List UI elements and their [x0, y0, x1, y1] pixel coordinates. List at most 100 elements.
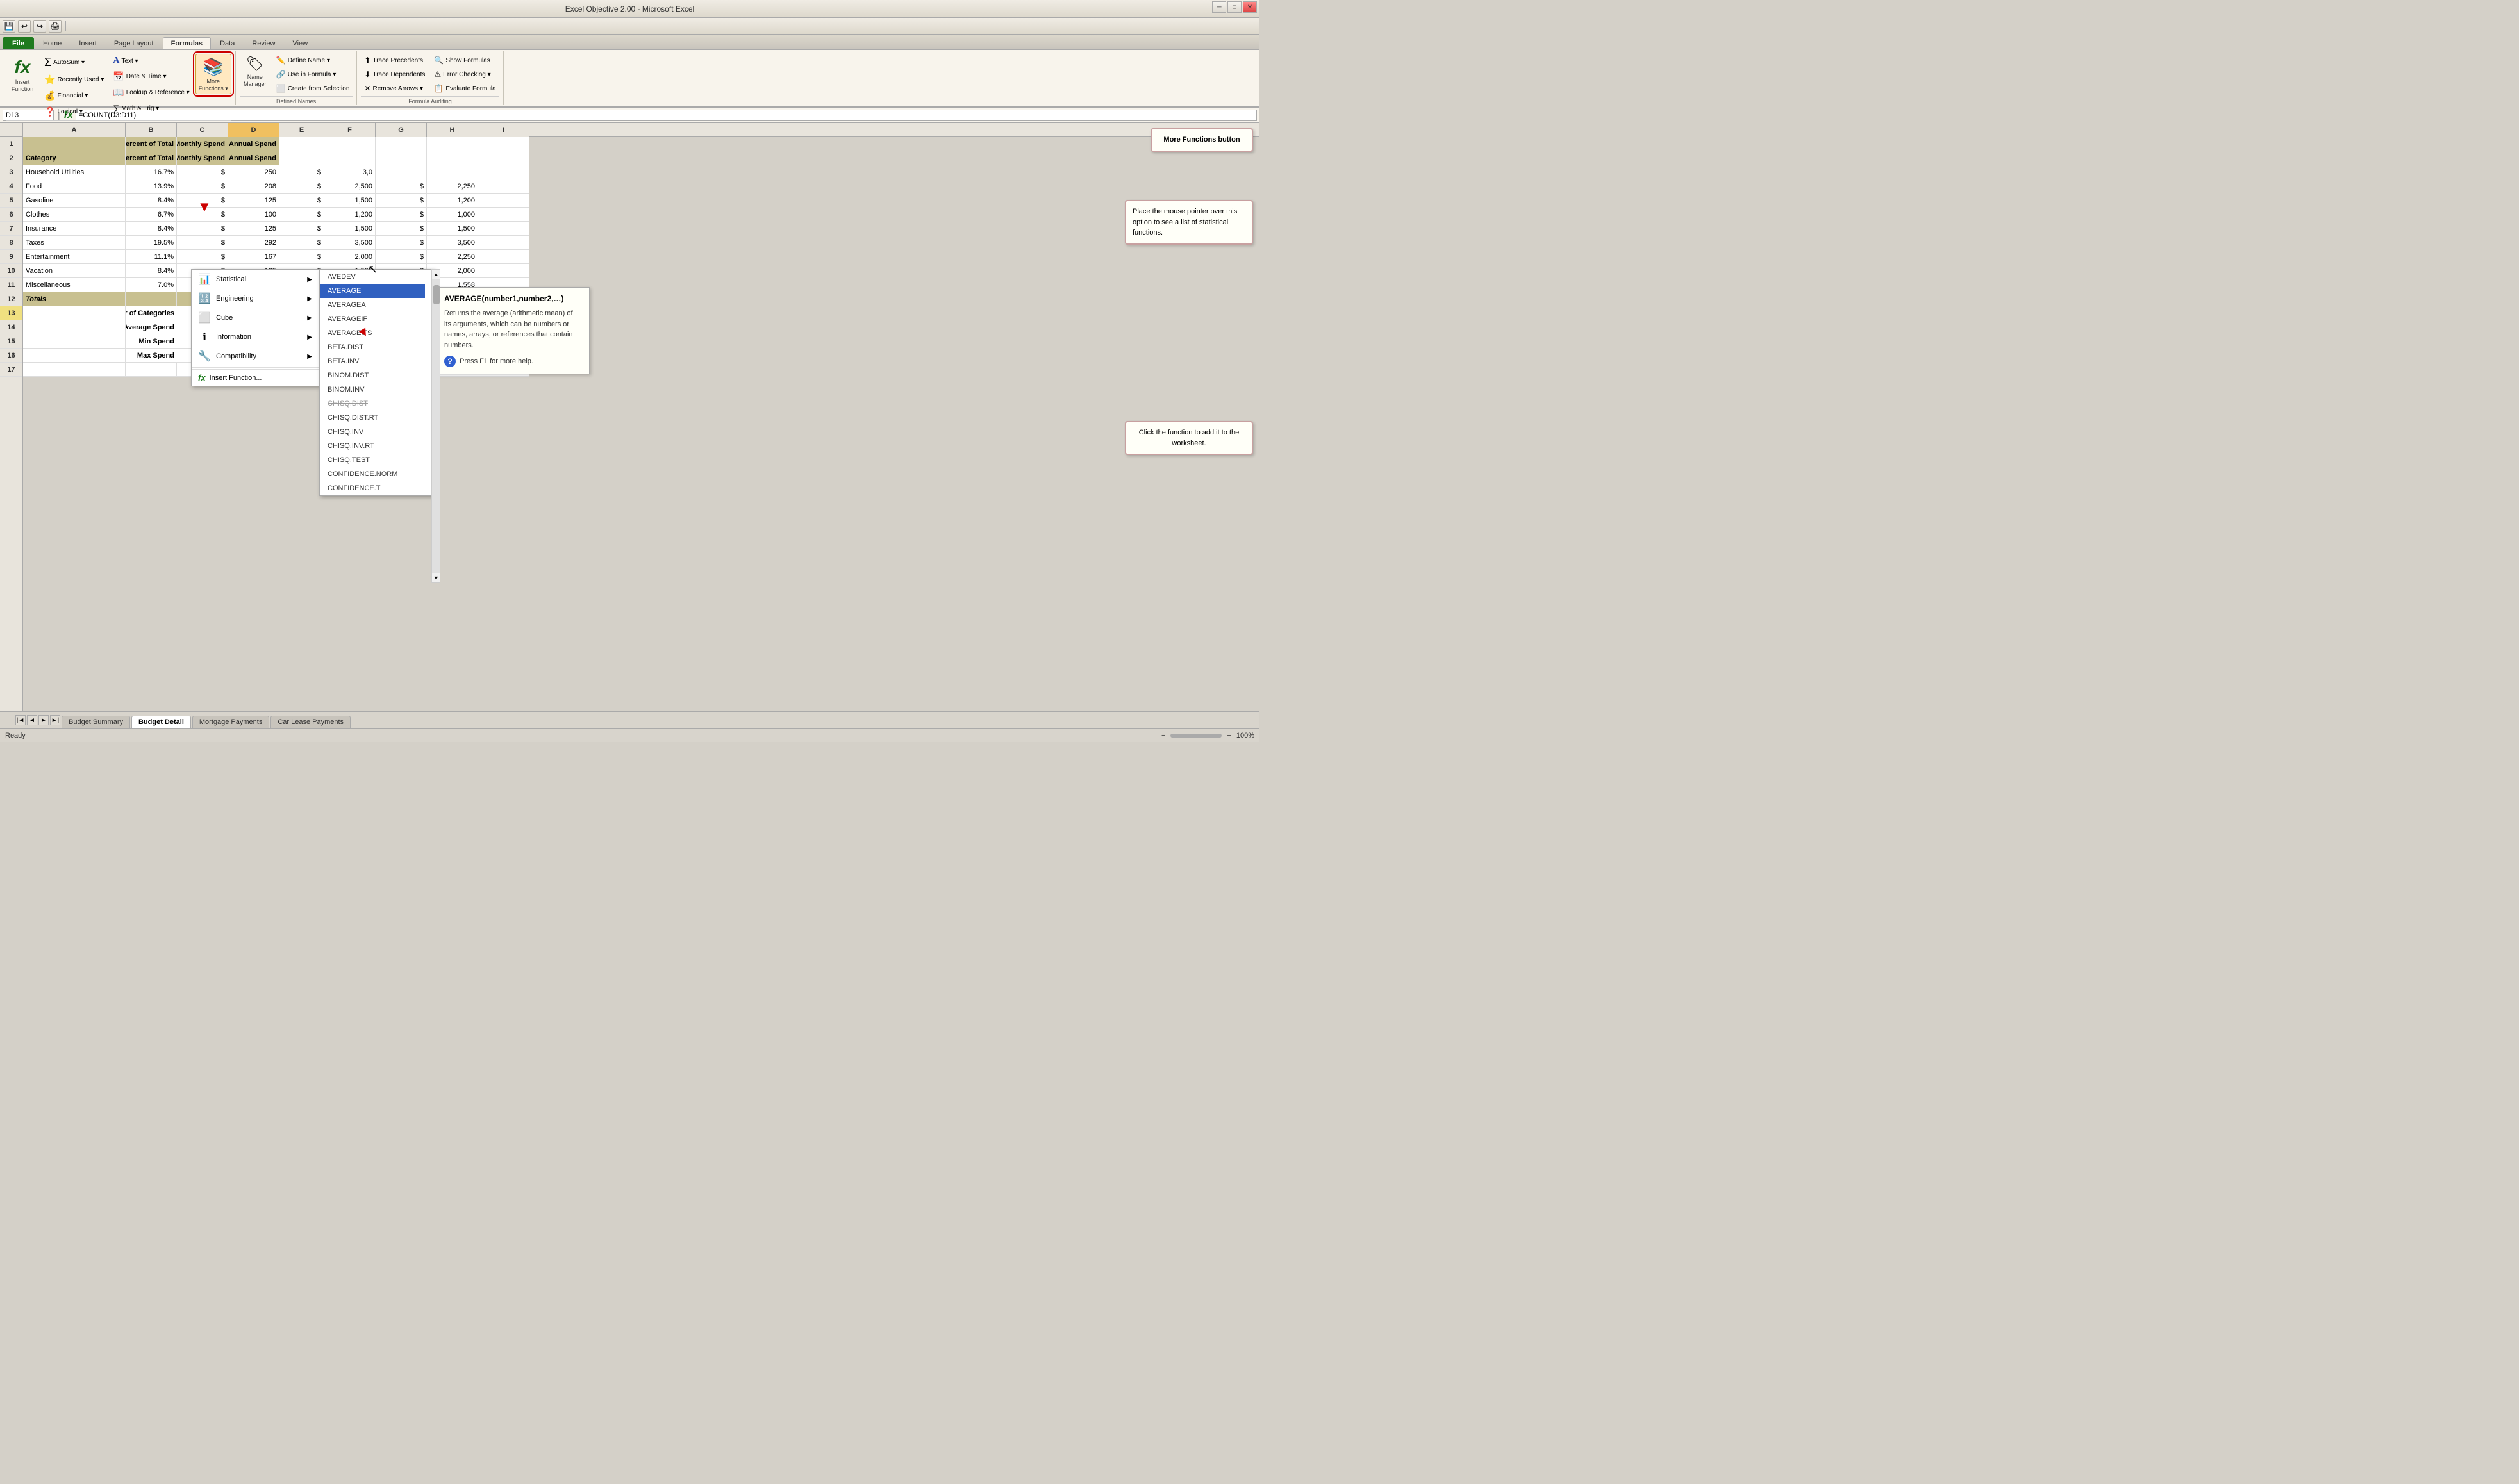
cell-i2[interactable] [478, 151, 529, 165]
compatibility-menu-item[interactable]: 🔧 Compatibility ▶ [192, 347, 319, 366]
define-name-button[interactable]: ✏️ Define Name ▾ [273, 54, 353, 67]
cell-a1[interactable] [23, 137, 126, 151]
create-from-selection-button[interactable]: ⬜ Create from Selection [273, 82, 353, 95]
cell-a4[interactable]: Food [23, 179, 126, 194]
sheet-tab-car-lease[interactable]: Car Lease Payments [270, 716, 351, 728]
col-header-f[interactable]: F [324, 123, 376, 137]
col-header-d[interactable]: D [228, 123, 279, 137]
sheet-tab-budget-detail[interactable]: Budget Detail [131, 716, 191, 728]
undo-qat-button[interactable]: ↩ [18, 20, 31, 33]
cell-d8[interactable]: 292 [228, 236, 279, 250]
cell-b10[interactable]: 8.4% [126, 264, 177, 278]
cell-i7[interactable] [478, 222, 529, 236]
cell-e2[interactable] [279, 151, 324, 165]
cell-d6[interactable]: 100 [228, 208, 279, 222]
tab-data[interactable]: Data [212, 37, 243, 49]
maximize-button[interactable]: □ [1227, 1, 1242, 13]
cell-i1[interactable] [478, 137, 529, 151]
cell-a16[interactable] [23, 349, 126, 363]
stat-item-averagea[interactable]: AVERAGEA [320, 298, 425, 312]
scroll-up-button[interactable]: ▲ [432, 270, 440, 279]
cell-a10[interactable]: Vacation [23, 264, 126, 278]
zoom-out-button[interactable]: − [1161, 732, 1165, 739]
information-menu-item[interactable]: ℹ Information ▶ [192, 327, 319, 347]
row-num-15[interactable]: 15 [0, 334, 22, 349]
redo-qat-button[interactable]: ↪ [33, 20, 46, 33]
col-header-h[interactable]: H [427, 123, 478, 137]
cell-f9[interactable]: 2,000 [324, 250, 376, 264]
scroll-knob[interactable] [433, 285, 440, 304]
cell-d9[interactable]: 167 [228, 250, 279, 264]
cell-b4[interactable]: 13.9% [126, 179, 177, 194]
cell-b8[interactable]: 19.5% [126, 236, 177, 250]
cell-b11[interactable]: 7.0% [126, 278, 177, 292]
zoom-slider[interactable] [1170, 734, 1222, 738]
cell-f6[interactable]: 1,200 [324, 208, 376, 222]
recently-used-button[interactable]: ⭐ Recently Used ▾ [41, 72, 107, 87]
cell-b2[interactable]: Percent of Total [126, 151, 177, 165]
trace-dependents-button[interactable]: ⬇ Trace Dependents [361, 68, 428, 81]
cell-f7[interactable]: 1,500 [324, 222, 376, 236]
cell-a3[interactable]: Household Utilities [23, 165, 126, 179]
cell-f4[interactable]: 2,500 [324, 179, 376, 194]
stat-item-chisqtest[interactable]: CHISQ.TEST [320, 453, 425, 467]
autosum-button[interactable]: Σ AutoSum ▾ [41, 54, 107, 71]
cell-h2[interactable] [427, 151, 478, 165]
row-num-5[interactable]: 5 [0, 194, 22, 208]
col-header-i[interactable]: I [478, 123, 529, 137]
cell-b17[interactable] [126, 363, 177, 377]
statistical-menu-item[interactable]: 📊 Statistical ▶ [192, 270, 319, 289]
cell-c4[interactable]: $ [177, 179, 228, 194]
cell-g8[interactable]: $ [376, 236, 427, 250]
row-num-13[interactable]: 13 [0, 306, 22, 320]
cell-a6[interactable]: Clothes [23, 208, 126, 222]
close-button[interactable]: ✕ [1243, 1, 1257, 13]
cell-c9[interactable]: $ [177, 250, 228, 264]
sheet-tab-budget-summary[interactable]: Budget Summary [62, 716, 130, 728]
last-sheet-button[interactable]: ►| [50, 715, 60, 725]
row-num-11[interactable]: 11 [0, 278, 22, 292]
lookup-reference-button[interactable]: 📖 Lookup & Reference ▾ [110, 85, 192, 100]
insert-function-menu-item[interactable]: fx Insert Function... [192, 369, 319, 386]
more-functions-button[interactable]: 📚 MoreFunctions ▾ [195, 54, 231, 94]
row-num-4[interactable]: 4 [0, 179, 22, 194]
insert-function-button[interactable]: fx InsertFunction [6, 54, 38, 95]
cell-f8[interactable]: 3,500 [324, 236, 376, 250]
row-num-1[interactable]: 1 [0, 137, 22, 151]
col-header-e[interactable]: E [279, 123, 324, 137]
cell-i6[interactable] [478, 208, 529, 222]
save-qat-button[interactable]: 💾 [3, 20, 15, 33]
cell-g4[interactable]: $ [376, 179, 427, 194]
cell-h3[interactable] [427, 165, 478, 179]
row-num-9[interactable]: 9 [0, 250, 22, 264]
cell-d1[interactable]: Annual Spend [228, 137, 279, 151]
col-header-g[interactable]: G [376, 123, 427, 137]
cell-e1[interactable] [279, 137, 324, 151]
cell-e4[interactable]: $ [279, 179, 324, 194]
logical-button[interactable]: ❓ Logical ▾ [41, 104, 107, 119]
financial-button[interactable]: 💰 Financial ▾ [41, 88, 107, 103]
cell-b7[interactable]: 8.4% [126, 222, 177, 236]
cell-a15[interactable] [23, 334, 126, 349]
cell-b9[interactable]: 11.1% [126, 250, 177, 264]
show-formulas-button[interactable]: 🔍 Show Formulas [431, 54, 499, 67]
cell-a13[interactable] [23, 306, 126, 320]
cell-f1[interactable] [324, 137, 376, 151]
cell-b15[interactable]: Min Spend [126, 334, 177, 349]
cell-c8[interactable]: $ [177, 236, 228, 250]
stat-item-chisqinv[interactable]: CHISQ.INV [320, 425, 425, 439]
name-manager-button[interactable]: 🏷 NameManager [240, 54, 270, 90]
cell-i4[interactable] [478, 179, 529, 194]
cell-h1[interactable] [427, 137, 478, 151]
evaluate-formula-button[interactable]: 📋 Evaluate Formula [431, 82, 499, 95]
tab-review[interactable]: Review [244, 37, 283, 49]
cell-e8[interactable]: $ [279, 236, 324, 250]
cell-f5[interactable]: 1,500 [324, 194, 376, 208]
cube-menu-item[interactable]: ⬜ Cube ▶ [192, 308, 319, 327]
cell-b6[interactable]: 6.7% [126, 208, 177, 222]
cell-a9[interactable]: Entertainment [23, 250, 126, 264]
cell-h9[interactable]: 2,250 [427, 250, 478, 264]
tab-home[interactable]: Home [35, 37, 70, 49]
col-header-b[interactable]: B [126, 123, 177, 137]
prev-sheet-button[interactable]: ◄ [27, 715, 37, 725]
